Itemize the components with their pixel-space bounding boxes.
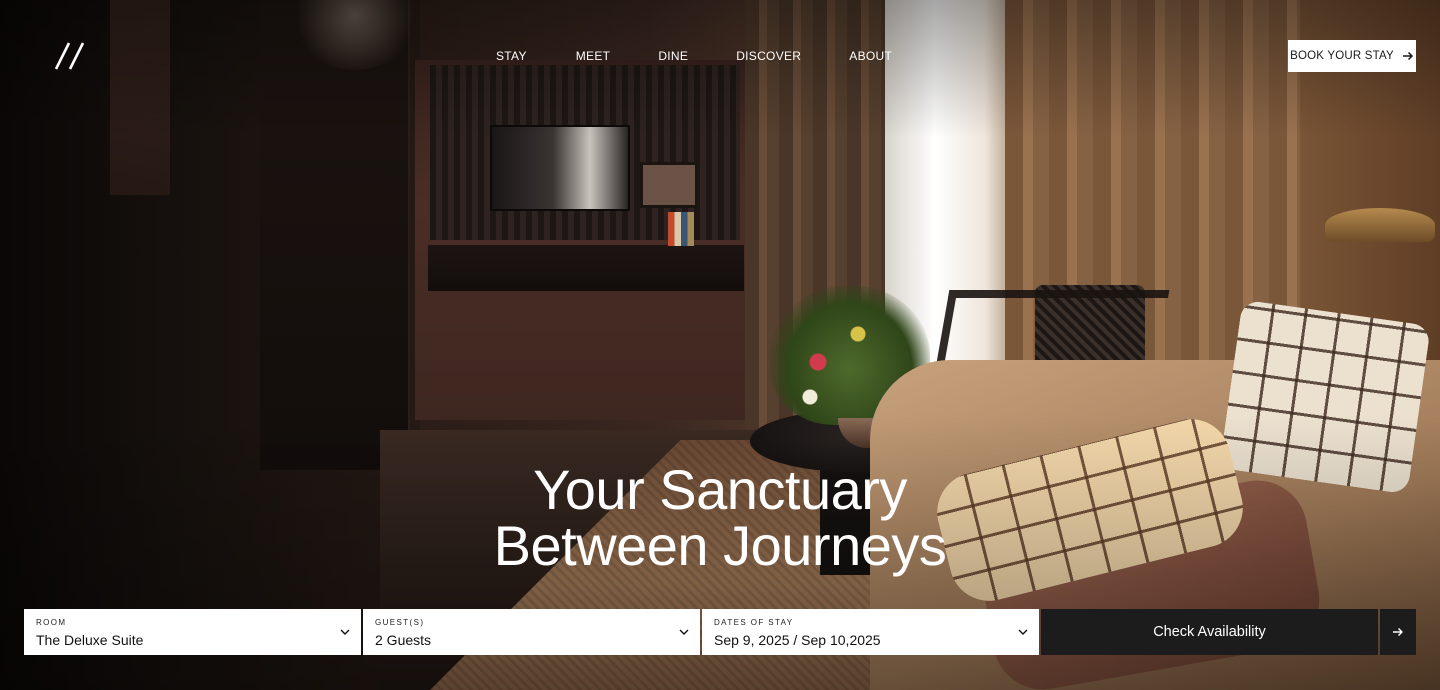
chevron-down-icon [340, 629, 350, 635]
guests-select[interactable]: GUEST(S) 2 Guests [363, 609, 700, 655]
book-your-stay-button[interactable]: BOOK YOUR STAY [1288, 40, 1416, 72]
dates-label: DATES OF STAY [714, 618, 794, 627]
dates-select[interactable]: DATES OF STAY Sep 9, 2025 / Sep 10,2025 [702, 609, 1039, 655]
headline-line-1: Your Sanctuary [533, 458, 907, 521]
room-select[interactable]: ROOM The Deluxe Suite [24, 609, 361, 655]
dates-value: Sep 9, 2025 / Sep 10,2025 [714, 632, 881, 648]
room-value: The Deluxe Suite [36, 632, 144, 648]
check-availability-label: Check Availability [1153, 624, 1266, 640]
logo-icon[interactable] [54, 42, 90, 70]
check-availability-button[interactable]: Check Availability [1041, 609, 1378, 655]
chevron-down-icon [1018, 629, 1028, 635]
room-label: ROOM [36, 618, 67, 627]
guests-label: GUEST(S) [375, 618, 425, 627]
nav-item-about[interactable]: ABOUT [849, 48, 892, 64]
arrow-right-icon [1393, 628, 1403, 636]
nav-item-discover[interactable]: DISCOVER [736, 48, 801, 64]
nav-item-stay[interactable]: STAY [496, 48, 527, 64]
arrow-right-icon [1402, 51, 1413, 61]
booking-bar: ROOM The Deluxe Suite GUEST(S) 2 Guests … [24, 609, 1416, 655]
site-header: STAY MEET DINE DISCOVER ABOUT BOOK YOUR … [0, 0, 1440, 110]
hero-headline: Your Sanctuary Between Journeys [0, 462, 1440, 574]
nav-item-meet[interactable]: MEET [576, 48, 611, 64]
book-button-label: BOOK YOUR STAY [1290, 50, 1394, 62]
headline-line-2: Between Journeys [493, 514, 947, 577]
submit-arrow-button[interactable] [1380, 609, 1416, 655]
nav-item-dine[interactable]: DINE [658, 48, 688, 64]
guests-value: 2 Guests [375, 632, 432, 648]
main-nav: STAY MEET DINE DISCOVER ABOUT [496, 48, 892, 64]
chevron-down-icon [679, 629, 689, 635]
double-slash-logo-icon [54, 42, 85, 70]
